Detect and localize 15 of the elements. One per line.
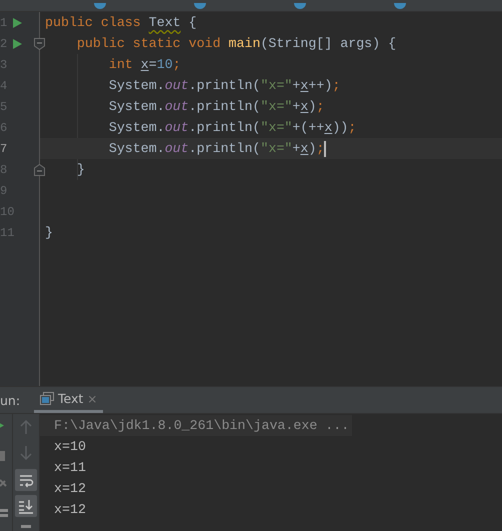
code-line: public static void main(String[] args) { <box>76 35 396 53</box>
panel-label: un: <box>0 392 22 408</box>
console-output: x=12 <box>53 480 87 498</box>
line-number: 7 <box>0 142 8 156</box>
code-line: System.out.println("x="+x); <box>108 98 324 116</box>
console-output: x=12 <box>53 501 87 519</box>
code-line: System.out.println("x="+x++); <box>108 77 340 95</box>
code-line: int x=10; <box>108 56 181 74</box>
console-output: x=10 <box>53 438 87 456</box>
code-line: } <box>45 224 53 242</box>
code-line: System.out.println("x="+(++x)); <box>108 119 356 137</box>
console-output: x=11 <box>53 459 87 477</box>
code-line: public class Text { <box>45 14 197 32</box>
code-line: System.out.println("x="+x); <box>108 140 324 158</box>
code-line: } <box>76 161 85 179</box>
